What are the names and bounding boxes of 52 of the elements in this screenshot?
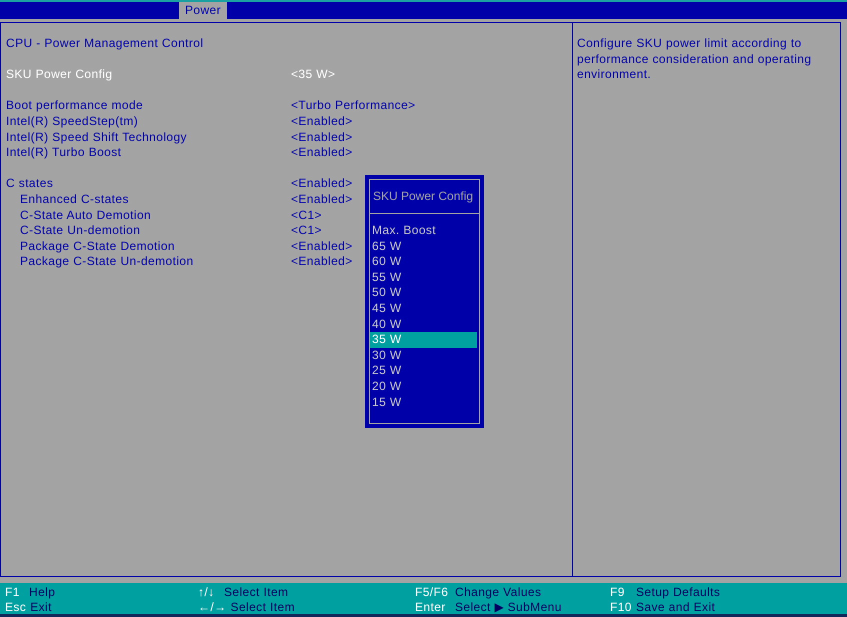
key-label: Enter [415,600,447,615]
key-action: Select Item [224,585,288,600]
key-label: F9 [610,585,626,600]
popup-option[interactable]: 30 W [370,348,477,364]
setting-label[interactable]: C-State Un-demotion [6,223,291,239]
key-action: Change Values [455,585,542,600]
key-action: Exit [30,600,52,615]
key-label: F1 [5,585,21,600]
setting-label[interactable]: Boot performance mode [6,98,291,114]
setting-value[interactable]: <Enabled> [291,130,353,146]
key-label: Esc [5,600,28,615]
setting-label[interactable]: Intel(R) SpeedStep(tm) [6,114,291,130]
setting-label[interactable]: Enhanced C-states [6,192,291,208]
popup-option[interactable]: 55 W [370,270,477,286]
setting-label[interactable]: Package C-State Un-demotion [6,254,291,270]
setting-label[interactable]: C-State Auto Demotion [6,208,291,224]
setting-label[interactable]: Package C-State Demotion [6,238,291,254]
popup-option[interactable]: 25 W [370,363,477,379]
setting-value[interactable]: <Enabled> [291,114,353,130]
popup-option[interactable]: 40 W [370,316,477,332]
key-action: Save and Exit [636,600,716,615]
popup-option[interactable]: Max. Boost [370,223,477,239]
key-label: ←/→ [198,600,228,615]
menu-tab[interactable]: Power [179,2,228,19]
popup-option[interactable]: 15 W [370,394,477,410]
setting-value[interactable]: <Enabled> [291,254,353,270]
setting-value[interactable]: <Enabled> [291,176,353,192]
setting-label[interactable]: Intel(R) Speed Shift Technology [6,130,291,146]
popup-option[interactable]: 45 W [370,300,477,317]
popup-option[interactable]: 60 W [370,254,477,270]
key-label: F10 [610,600,633,615]
key-action: Help [29,585,56,600]
setting-label[interactable]: Intel(R) Turbo Boost [6,145,291,161]
section-title: CPU - Power Management Control [6,36,204,52]
popup-option[interactable]: 35 W [370,332,477,348]
setting-value[interactable]: <C1> [291,208,322,224]
help-text: Configure SKU power limit according to performance consideration and operating environment. [577,36,812,83]
setting-value[interactable]: <C1> [291,223,322,239]
setting-value[interactable]: <Enabled> [291,145,353,161]
setting-value[interactable]: <Enabled> [291,192,353,208]
key-action: Select Item [230,600,295,615]
setting-value[interactable]: <Turbo Performance> [291,98,416,114]
key-action: Select ▶ SubMenu [455,600,562,615]
setting-value[interactable]: <Enabled> [291,238,353,254]
key-action: Setup Defaults [636,585,720,600]
key-label: ↑/↓ [198,585,216,600]
popup-option[interactable]: 20 W [370,378,477,395]
key-label: F5/F6 [415,585,450,600]
popup-option[interactable]: 65 W [370,238,477,254]
popup-title: SKU Power Config [370,180,479,214]
popup-option[interactable]: 50 W [370,285,477,301]
setting-label[interactable]: C states [6,176,291,192]
